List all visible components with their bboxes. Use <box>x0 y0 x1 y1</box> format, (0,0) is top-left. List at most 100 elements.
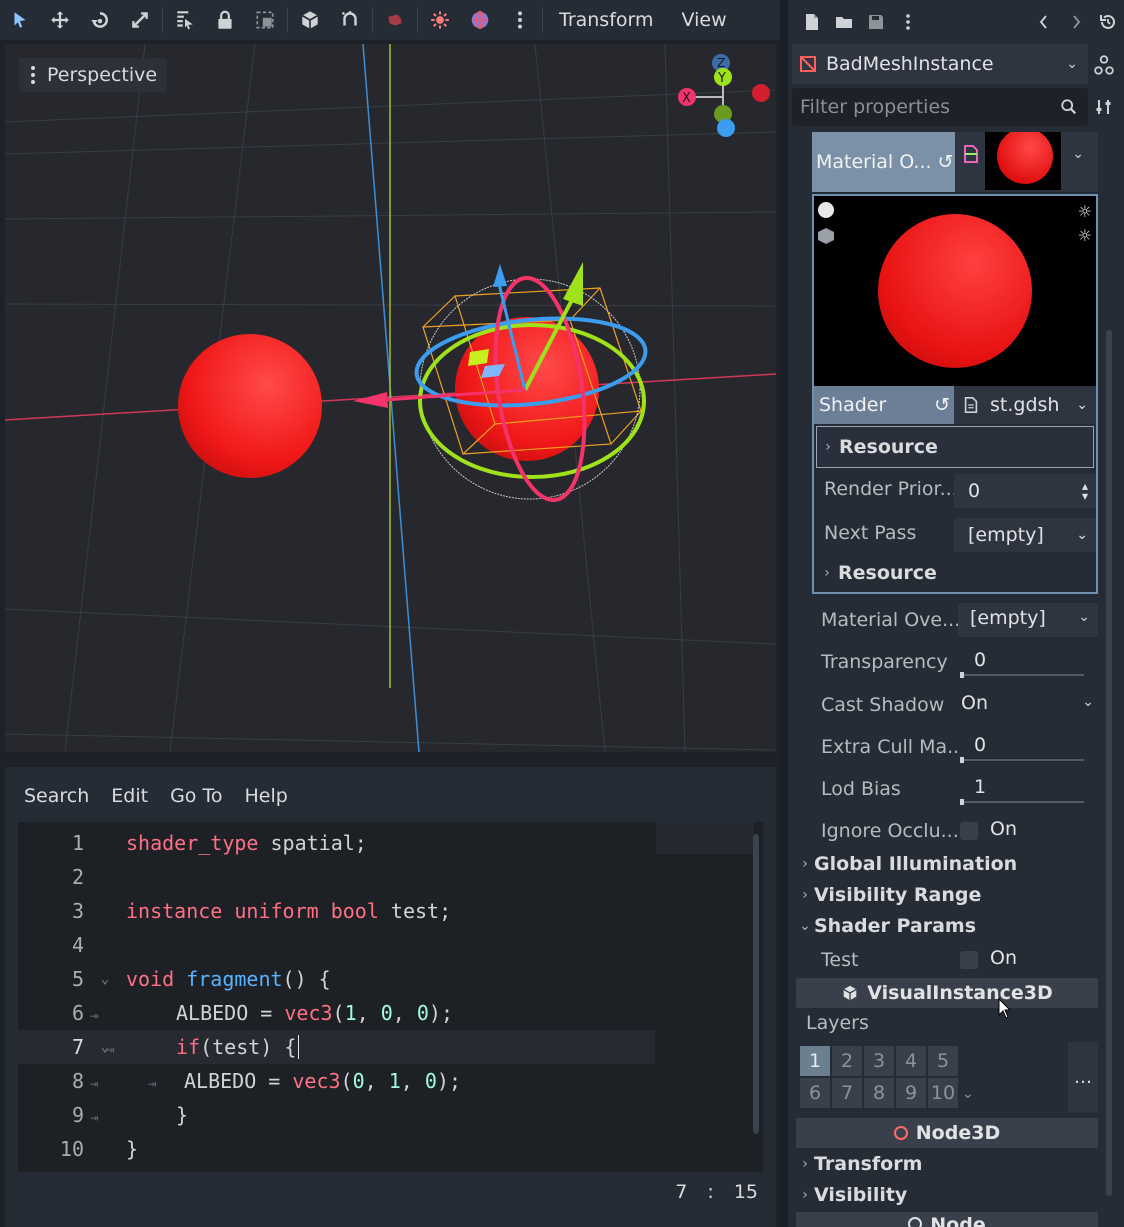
perspective-menu[interactable]: Perspective <box>19 58 168 92</box>
panel-splitter[interactable] <box>780 0 788 1227</box>
3d-viewport[interactable]: Perspective Z Y X <box>5 44 776 752</box>
layer-toggle[interactable]: 10 <box>928 1078 958 1108</box>
extra-cull-margin-value[interactable]: 0 <box>974 734 986 756</box>
material-overlay-value[interactable]: [empty] ⌄ <box>958 603 1098 637</box>
preview-box-toggle-icon[interactable] <box>818 228 834 244</box>
code-line: 5 ⌄ void fragment() { <box>18 962 763 996</box>
group-button[interactable] <box>245 0 285 40</box>
toggle-environment-button[interactable] <box>460 0 500 40</box>
layer-toggle[interactable]: 9 <box>896 1078 926 1108</box>
chevron-right-icon: › <box>802 856 808 872</box>
render-priority-spinbox[interactable]: 0 ▴ ▾ <box>954 474 1096 508</box>
layer-toggle[interactable]: 2 <box>832 1046 862 1076</box>
help-menu[interactable]: Help <box>233 785 298 807</box>
resource-section-label: Resource <box>839 436 938 458</box>
material-override-value[interactable]: ⌄ <box>955 132 1098 192</box>
save-resource-button[interactable] <box>860 2 892 42</box>
new-resource-button[interactable] <box>796 2 828 42</box>
preview-sphere-toggle-icon[interactable] <box>818 202 834 218</box>
camera-icon <box>388 14 402 26</box>
code-scrollbar[interactable] <box>753 834 759 1134</box>
object-history-button[interactable] <box>1092 2 1124 42</box>
chevron-down-icon[interactable]: ⌄ <box>962 1086 974 1102</box>
class-label: Node <box>930 1214 986 1227</box>
code-minimap[interactable] <box>656 822 754 854</box>
transform-menu[interactable]: Transform <box>545 0 668 40</box>
layers-more-button[interactable]: ... <box>1068 1042 1098 1112</box>
visibility-section[interactable]: › Visibility <box>796 1180 1098 1210</box>
material-resource-section[interactable]: › Resource <box>816 556 1094 590</box>
revert-icon[interactable]: ↺ <box>938 151 954 173</box>
fold-chevron-icon[interactable]: ⌄ <box>84 971 126 987</box>
shader-resource-section[interactable]: › Resource <box>816 426 1094 468</box>
test-param-checkbox[interactable] <box>960 951 978 969</box>
open-resource-button[interactable] <box>828 2 860 42</box>
transform-section[interactable]: › Transform <box>796 1149 1098 1179</box>
lock-button[interactable] <box>205 0 245 40</box>
material-override-label: Material O... <box>816 151 932 173</box>
layer-toggle[interactable]: 3 <box>864 1046 894 1076</box>
preview-light-2-icon[interactable]: ☼ <box>1078 226 1092 245</box>
snap-button[interactable] <box>330 0 370 40</box>
spinner-arrows-icon[interactable]: ▴ ▾ <box>1082 480 1088 502</box>
edit-menu[interactable]: Edit <box>100 785 159 807</box>
chevron-right-icon: › <box>802 887 808 903</box>
search-menu[interactable]: Search <box>13 785 100 807</box>
material-overlay-label: Material Ove... <box>821 609 961 631</box>
extra-cull-margin-slider[interactable] <box>960 757 1084 763</box>
next-pass-label: Next Pass <box>824 522 917 544</box>
inspector-options-button[interactable] <box>1088 90 1120 124</box>
select-mode-button[interactable] <box>0 0 40 40</box>
filter-properties-input[interactable]: Filter properties <box>792 88 1088 126</box>
inspector-scrollbar[interactable] <box>1106 330 1112 1196</box>
ignore-occlusion-checkbox[interactable] <box>960 822 978 840</box>
transparency-slider[interactable] <box>960 672 1084 678</box>
revert-icon[interactable]: ↺ <box>934 394 950 416</box>
history-back-button[interactable] <box>1028 2 1060 42</box>
chevron-down-icon: ⌄ <box>1082 694 1094 710</box>
local-space-button[interactable] <box>290 0 330 40</box>
list-select-button[interactable] <box>165 0 205 40</box>
view-menu[interactable]: View <box>668 0 741 40</box>
ignore-occlusion-row: Ignore Occlu... On <box>792 811 1098 851</box>
render-priority-value: 0 <box>968 480 981 502</box>
scene-canvas[interactable] <box>5 44 776 752</box>
lod-bias-value[interactable]: 1 <box>974 776 986 798</box>
code-line-text: ⇥ ALBEDO = vec3(1, 0, 0); <box>90 1001 454 1025</box>
goto-menu[interactable]: Go To <box>159 785 233 807</box>
code-line: 2 <box>18 860 763 894</box>
layer-toggle[interactable]: 7 <box>832 1078 862 1108</box>
selected-node-selector[interactable]: BadMeshInstance ⌄ <box>792 44 1088 84</box>
code-text-area[interactable]: 1 shader_type spatial; 2 3 instance unif… <box>18 822 763 1172</box>
code-line: 3 instance uniform bool test; <box>18 894 763 928</box>
move-arrow-y-head <box>563 262 583 306</box>
layer-toggle[interactable]: 4 <box>896 1046 926 1076</box>
scale-mode-button[interactable] <box>120 0 160 40</box>
transparency-row: Transparency 0 <box>792 642 1098 682</box>
resource-menu-button[interactable] <box>892 2 924 42</box>
cast-shadow-select[interactable]: On ⌄ <box>958 688 1098 722</box>
layer-toggle[interactable]: 1 <box>800 1046 830 1076</box>
search-icon <box>1061 99 1077 115</box>
mesh-instance-icon <box>800 56 816 72</box>
layer-toggle[interactable]: 6 <box>800 1078 830 1108</box>
preview-light-1-icon[interactable]: ☼ <box>1078 202 1092 221</box>
transparency-value[interactable]: 0 <box>974 649 986 671</box>
visibility-range-section[interactable]: › Visibility Range <box>796 880 1098 910</box>
shader-params-section[interactable]: ⌄ Shader Params <box>796 911 1098 941</box>
shader-value[interactable]: st.gdsh ⌄ <box>954 386 1096 424</box>
lod-bias-slider[interactable] <box>960 799 1084 805</box>
global-illumination-section[interactable]: › Global Illumination <box>796 849 1098 879</box>
layer-toggle[interactable]: 8 <box>864 1078 894 1108</box>
layer-toggle[interactable]: 5 <box>928 1046 958 1076</box>
toggle-sun-button[interactable] <box>420 0 460 40</box>
move-mode-button[interactable] <box>40 0 80 40</box>
node-tools-button[interactable] <box>1088 48 1120 82</box>
rotate-mode-button[interactable] <box>80 0 120 40</box>
next-pass-value[interactable]: [empty] ⌄ <box>954 518 1096 552</box>
history-forward-button[interactable] <box>1060 2 1092 42</box>
preview-camera-button[interactable] <box>375 0 415 40</box>
orientation-gizmo[interactable]: Z Y X <box>673 52 773 142</box>
more-options-button[interactable] <box>500 0 540 40</box>
caret-column: 15 <box>733 1181 758 1203</box>
